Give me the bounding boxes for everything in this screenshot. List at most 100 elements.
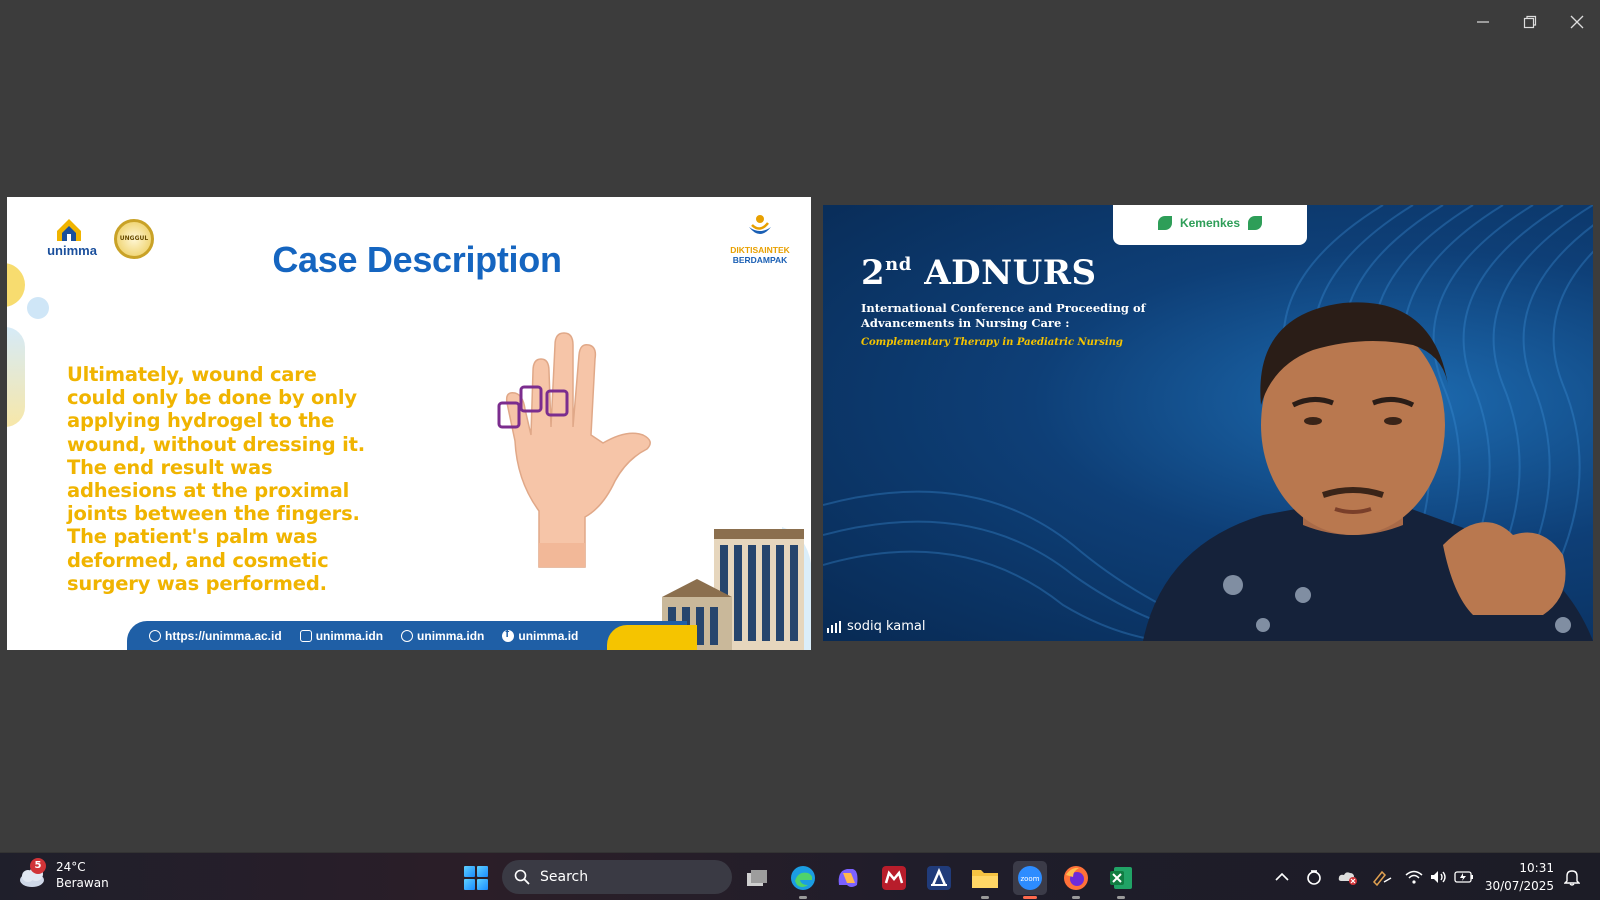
unimma-arch-icon	[57, 219, 81, 241]
wifi-button[interactable]	[1404, 867, 1424, 887]
running-indicator	[799, 896, 807, 899]
minimize-button[interactable]	[1459, 0, 1506, 44]
volume-icon	[1431, 871, 1446, 883]
participant-person	[1143, 302, 1593, 641]
excel-button[interactable]	[1104, 861, 1138, 899]
tray-sync-button[interactable]	[1304, 867, 1324, 887]
unimma-logo-text: unimma	[47, 243, 97, 258]
folder-icon	[972, 870, 998, 888]
weather-widget[interactable]: 5 24°C Berawan	[18, 858, 109, 891]
sync-icon	[1307, 870, 1321, 885]
minimize-icon	[1476, 21, 1489, 23]
website-link: https://unimma.ac.id	[149, 629, 282, 643]
volume-button[interactable]	[1428, 867, 1448, 887]
search-icon	[514, 869, 530, 885]
task-view-icon	[747, 870, 767, 886]
file-explorer-button[interactable]	[968, 861, 1002, 899]
zoom-icon: zoom	[1018, 866, 1042, 890]
firefox-icon	[1064, 866, 1088, 890]
kemenkes-leaf-icon	[1248, 216, 1263, 230]
battery-button[interactable]	[1454, 867, 1474, 887]
footer-accent	[607, 625, 697, 650]
weather-notification-badge: 5	[30, 858, 46, 874]
decor-shape	[7, 263, 25, 307]
restore-button[interactable]	[1506, 0, 1553, 44]
tiktok-text: unimma.idn	[417, 628, 485, 643]
battery-charging-icon	[1454, 871, 1473, 883]
windows-logo-tile	[464, 866, 475, 877]
start-button[interactable]	[464, 866, 488, 890]
bell-icon	[1564, 870, 1580, 886]
event-number: 2	[861, 253, 886, 293]
slide-title: Case Description	[272, 239, 562, 280]
notification-center-button[interactable]	[1562, 867, 1582, 887]
participant-video-tile[interactable]: Kemenkes 2nd ADNURS International Confer…	[823, 205, 1593, 641]
event-subtitle: International Conference and Proceeding …	[861, 301, 1146, 330]
svg-text:zoom: zoom	[1020, 875, 1039, 883]
restore-icon	[1523, 15, 1536, 29]
participant-name-tag: sodiq kamal	[827, 619, 925, 634]
website-text: https://unimma.ac.id	[165, 628, 282, 643]
tray-pen-button[interactable]	[1372, 867, 1392, 887]
globe-icon	[149, 629, 161, 642]
participant-name: sodiq kamal	[847, 619, 926, 634]
windows-logo-tile	[477, 866, 488, 877]
event-number-suffix: nd	[885, 254, 912, 275]
slide-footer: https://unimma.ac.id unimma.idn unimma.i…	[127, 621, 697, 650]
accreditation-seal-text: UNGGUL	[119, 235, 149, 242]
facebook-handle: unimma.id	[502, 628, 579, 643]
diktisaintek-text: DIKTISAINTEK	[730, 245, 790, 255]
taskbar-search[interactable]: Search	[502, 860, 732, 894]
show-hidden-icons-button[interactable]	[1272, 867, 1292, 887]
chevron-up-icon	[1275, 872, 1289, 881]
pen-icon	[1372, 870, 1392, 886]
windows-logo-tile	[477, 879, 488, 890]
wifi-icon	[1405, 870, 1423, 884]
diktisaintek-mark-icon	[749, 215, 771, 234]
active-indicator	[1023, 896, 1037, 899]
taskbar: 5 24°C Berawan Search zoom 10:31 30/07/2…	[0, 852, 1600, 900]
cloud-icon: 5	[18, 858, 48, 890]
mendeley-icon	[882, 866, 906, 890]
clock-time: 10:31	[1519, 861, 1554, 875]
cloud-error-icon	[1338, 872, 1357, 885]
taskbar-clock[interactable]: 10:31 30/07/2025	[1484, 859, 1554, 895]
tiktok-handle: unimma.idn	[401, 629, 484, 643]
tiktok-icon	[401, 629, 414, 642]
weather-temperature: 24°C	[56, 860, 86, 874]
zoom-button[interactable]: zoom	[1013, 861, 1047, 899]
running-indicator	[1072, 896, 1080, 899]
berdampak-text: BERDAMPAK	[732, 255, 788, 265]
facebook-text: unimma.id	[518, 628, 579, 643]
signal-strength-icon	[827, 620, 841, 633]
shared-screen-slide[interactable]: unimma UNGGUL DIKTISAINTEK BERDAMPAK Cas…	[7, 197, 811, 650]
decor-shape	[27, 297, 49, 319]
facebook-icon	[502, 628, 515, 642]
clock-date: 30/07/2025	[1484, 879, 1554, 893]
diktisaintek-logo: DIKTISAINTEK BERDAMPAK	[725, 213, 795, 267]
mendeley-button[interactable]	[877, 861, 911, 895]
instagram-text: unimma.idn	[315, 628, 384, 643]
edge-button[interactable]	[786, 861, 820, 899]
tray-onedrive-button[interactable]	[1338, 867, 1358, 887]
search-label: Search	[540, 869, 589, 885]
close-button[interactable]	[1553, 0, 1600, 44]
app-a-icon	[927, 866, 951, 890]
task-view-button[interactable]	[740, 861, 774, 895]
sponsor-logos: Kemenkes	[1113, 205, 1307, 245]
weather-condition: Berawan	[56, 876, 109, 890]
running-indicator	[1117, 896, 1125, 899]
unimma-logo: unimma	[41, 217, 103, 261]
app-a-button[interactable]	[922, 861, 956, 895]
edge-icon	[791, 866, 815, 890]
windows-logo-tile	[464, 879, 475, 890]
event-theme: Complementary Therapy in Paediatric Nurs…	[861, 337, 1123, 348]
firefox-button[interactable]	[1059, 861, 1093, 899]
close-icon	[1570, 15, 1583, 29]
copilot-button[interactable]	[831, 861, 865, 895]
instagram-icon	[299, 629, 312, 642]
decor-shape	[7, 327, 25, 427]
case-description-text: Ultimately, wound care could only be don…	[67, 363, 365, 595]
sponsor-label: Kemenkes	[1179, 216, 1241, 230]
instagram-handle: unimma.idn	[299, 628, 384, 643]
